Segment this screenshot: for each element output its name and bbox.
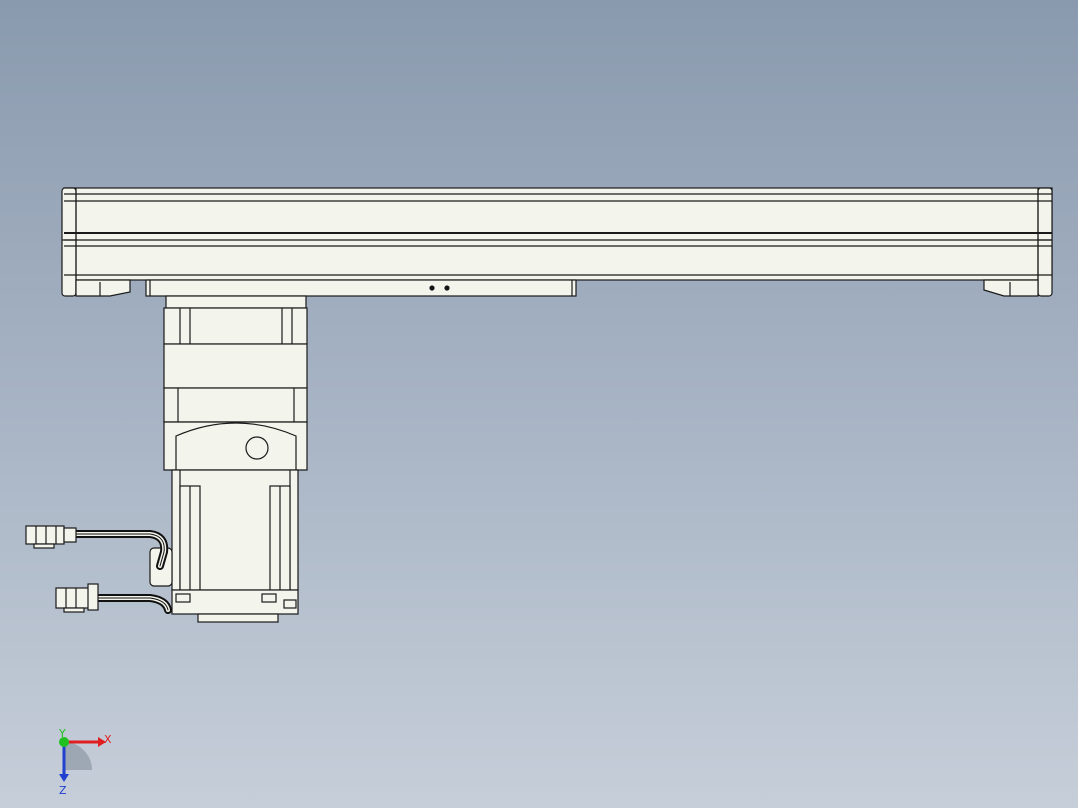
- gear-housing[interactable]: [163, 421, 308, 471]
- motor-flange[interactable]: [163, 295, 308, 423]
- rail-foot-right: [983, 279, 1039, 297]
- servo-motor[interactable]: [149, 469, 299, 623]
- cad-model-view[interactable]: [0, 0, 1078, 808]
- z-axis-label: Z: [59, 784, 67, 797]
- y-axis-label: Y: [58, 728, 66, 740]
- x-axis-label: X: [104, 733, 112, 746]
- rail-foot-left: [75, 279, 131, 297]
- rail-end-cap-left: [61, 187, 77, 297]
- connector-upper[interactable]: [25, 525, 77, 549]
- rail-end-cap-right: [1037, 187, 1053, 297]
- triad-plane-shading: [64, 742, 92, 770]
- orientation-triad: X Y Z: [40, 727, 130, 798]
- carriage-plate[interactable]: [145, 279, 577, 297]
- graphics-viewport[interactable]: X Y Z: [0, 0, 1078, 808]
- connector-lower[interactable]: [55, 583, 99, 613]
